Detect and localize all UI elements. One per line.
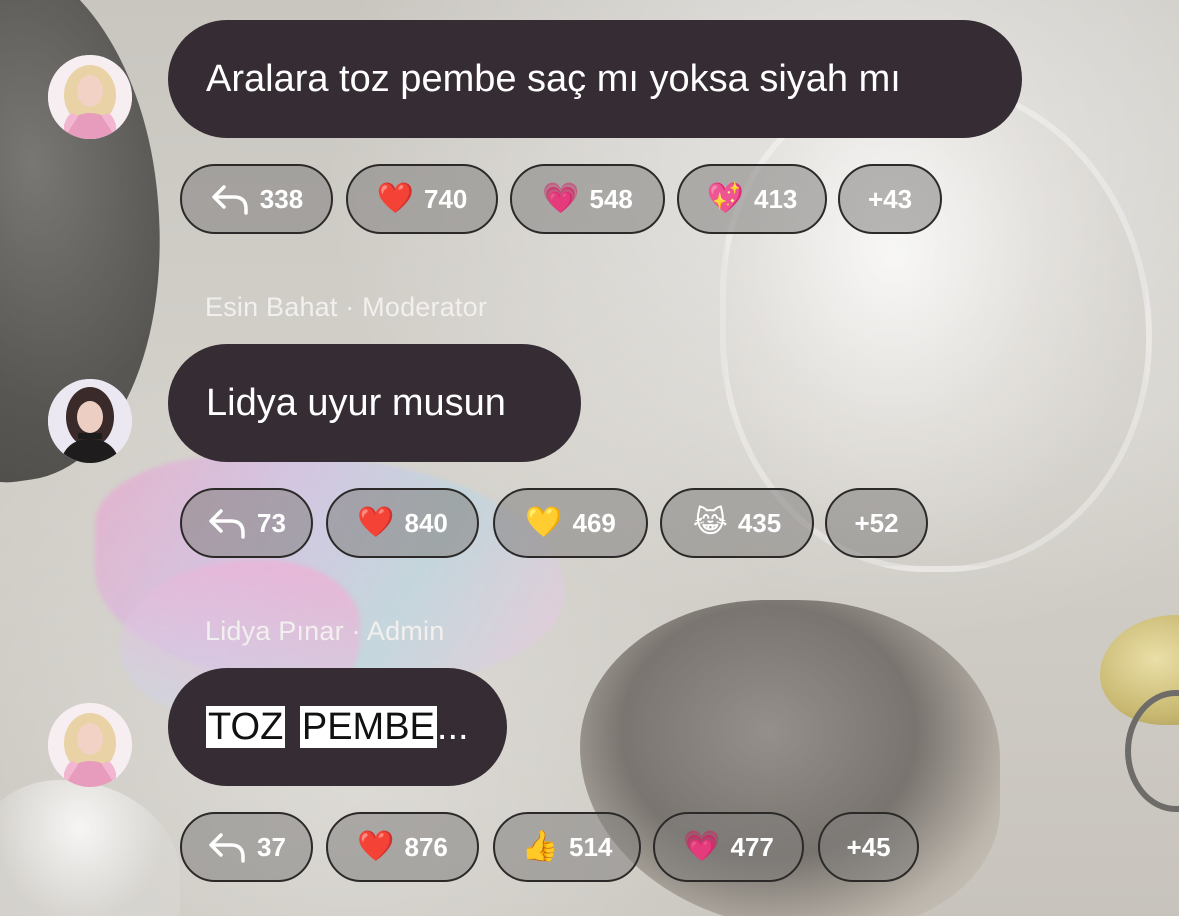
reaction-chip[interactable]: 👍 514 [493,812,641,882]
reaction-count: 740 [423,183,468,214]
red-heart-icon: ❤️ [357,829,395,864]
reply-count: 37 [257,831,286,862]
reaction-count: 477 [730,831,774,862]
reaction-chip[interactable]: 💖 413 [677,164,827,234]
reaction-chip[interactable]: 💗 548 [510,164,665,234]
reaction-chip[interactable]: ❤️ 740 [346,164,498,234]
highlighted-text: PEMBE [299,706,437,748]
avatar-blonde-woman-icon [48,703,132,787]
reply-arrow-icon [207,507,247,539]
chat-feed: Aralara toz pembe saç mı yoksa siyah mı … [0,0,1179,916]
reply-count-button[interactable]: 338 [180,164,333,234]
reaction-chip[interactable]: 💗 477 [653,812,804,882]
message-text: Lidya uyur musun [206,382,506,424]
more-reactions-button[interactable]: +45 [818,812,919,882]
red-heart-icon: ❤️ [376,181,414,216]
more-reactions-count: +43 [867,183,913,214]
pink-heart-icon: 💗 [683,829,721,864]
reply-arrow-icon [210,183,250,215]
thumbs-up-icon: 👍 [521,829,559,864]
avatar-dark-hair-woman-icon [48,379,132,463]
reply-count: 338 [259,183,304,214]
red-heart-icon: ❤️ [357,505,395,540]
sparkling-heart-icon: 💖 [706,181,744,216]
pink-heart-icon: 💗 [542,181,580,216]
highlighted-text: TOZ [206,706,286,748]
reaction-chip[interactable]: 😹 435 [660,488,814,558]
reaction-count: 469 [572,507,616,538]
reply-count: 73 [257,507,286,538]
reaction-count: 413 [753,183,798,214]
reply-arrow-icon [207,831,247,863]
reaction-count: 840 [404,507,448,538]
message-text: Aralara toz pembe saç mı yoksa siyah mı [206,58,901,100]
more-reactions-button[interactable]: +43 [838,164,942,234]
message-bubble[interactable]: Lidya uyur musun [168,344,581,462]
avatar[interactable] [48,55,132,139]
avatar-blonde-woman-icon [48,55,132,139]
avatar[interactable] [48,379,132,463]
more-reactions-count: +52 [854,507,899,538]
reaction-chip[interactable]: ❤️ 876 [326,812,479,882]
sender-name: Lidya Pınar · Admin [205,616,445,646]
reaction-count: 514 [568,831,613,862]
message-bubble[interactable]: Aralara toz pembe saç mı yoksa siyah mı [168,20,1022,138]
message-text: ... [436,706,469,748]
reply-count-button[interactable]: 73 [180,488,313,558]
sender-name: Esin Bahat · Moderator [205,292,488,322]
reply-count-button[interactable]: 37 [180,812,313,882]
more-reactions-button[interactable]: +52 [825,488,928,558]
reaction-count: 435 [737,507,782,538]
yellow-heart-icon: 💛 [525,505,563,540]
message-bubble[interactable]: TOZ PEMBE... [168,668,507,786]
more-reactions-count: +45 [846,831,891,862]
reaction-chip[interactable]: 💛 469 [493,488,648,558]
reaction-chip[interactable]: ❤️ 840 [326,488,479,558]
cat-tears-of-joy-icon: 😹 [692,505,728,540]
reaction-count: 876 [404,831,448,862]
reaction-count: 548 [589,183,633,214]
avatar[interactable] [48,703,132,787]
